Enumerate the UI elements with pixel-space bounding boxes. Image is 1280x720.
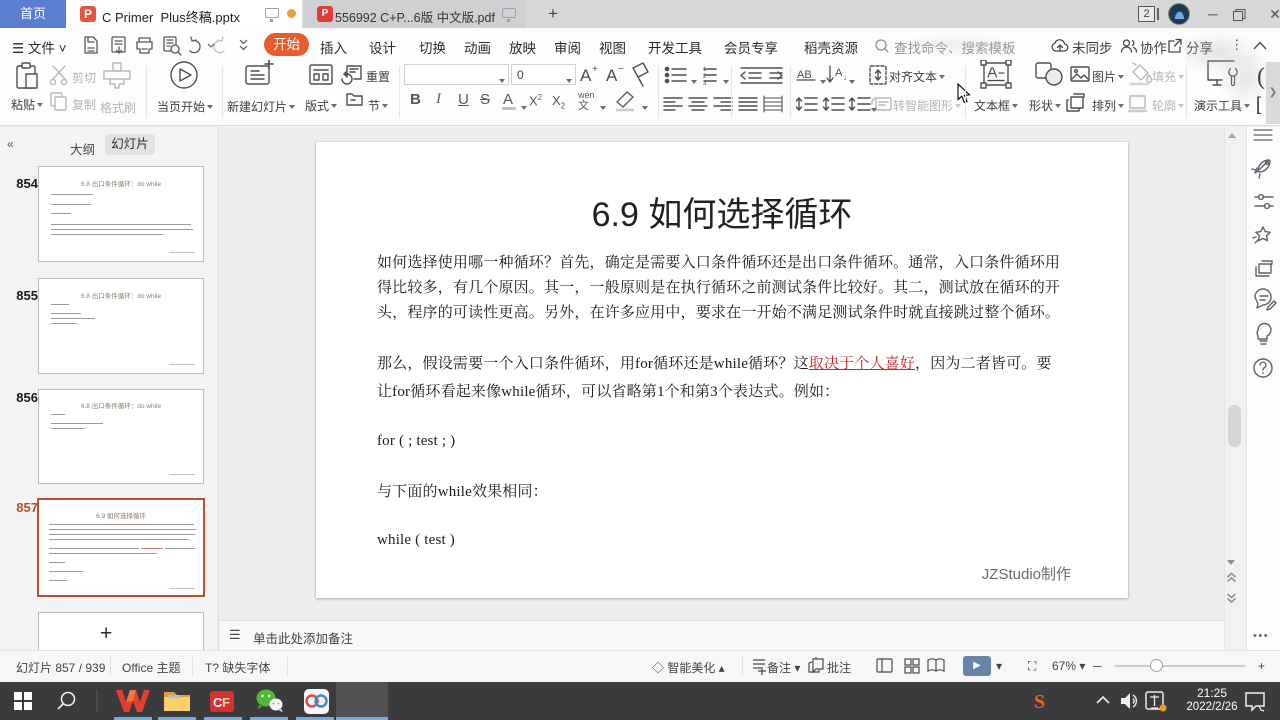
svg-text:+: + <box>592 64 598 75</box>
svg-text:F: F <box>222 695 230 710</box>
svg-text:A: A <box>580 66 592 85</box>
svg-text:3: 3 <box>703 81 707 87</box>
svg-text:A: A <box>606 66 618 85</box>
svg-text:1: 1 <box>703 67 707 73</box>
svg-text:−: − <box>618 64 624 75</box>
svg-text:S: S <box>1034 691 1045 713</box>
svg-text:A: A <box>835 67 843 79</box>
svg-text:AB: AB <box>797 69 812 81</box>
